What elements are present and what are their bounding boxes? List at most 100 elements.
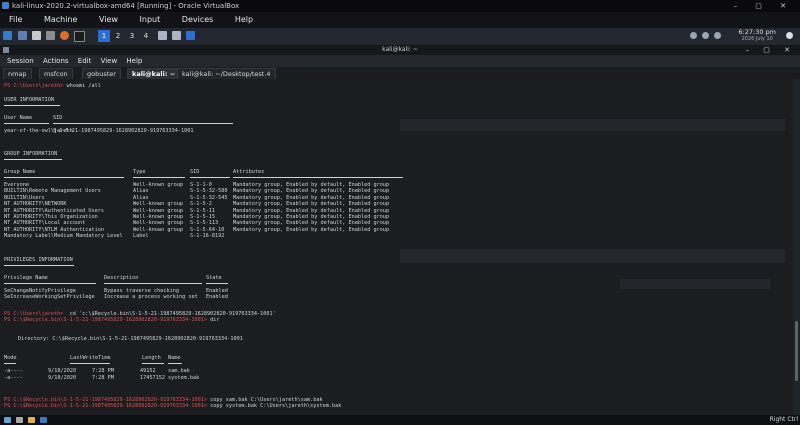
table-cell: Well-known group — [133, 201, 183, 208]
scrollbar-thumb[interactable] — [795, 321, 798, 381]
header-underline — [4, 363, 16, 364]
header-underline — [168, 363, 182, 364]
prompt-line: PS C:\Users\jareth> whoami /all — [4, 83, 101, 89]
header-underline — [206, 283, 228, 284]
header-underline — [4, 177, 124, 178]
section-header: PRIVILEGES INFORMATION — [4, 257, 73, 263]
file-explorer-icon[interactable] — [28, 417, 35, 423]
menu-view[interactable]: View — [99, 12, 118, 28]
workspace-2[interactable]: 2 — [112, 30, 124, 42]
volume-icon[interactable] — [702, 32, 709, 39]
search-icon[interactable] — [16, 417, 23, 423]
header-underline — [104, 283, 202, 284]
command-text: dir — [210, 317, 220, 323]
terminal-app-icon — [3, 47, 9, 53]
table-cell: Well-known group — [133, 214, 183, 220]
window-icon[interactable] — [172, 31, 181, 40]
menu-actions[interactable]: Actions — [43, 55, 69, 67]
battery-icon[interactable] — [714, 32, 721, 39]
header-underline — [4, 283, 96, 284]
table-cell: Mandatory Label\Medium Mandatory Level — [4, 233, 123, 240]
terminal-launcher-icon[interactable] — [46, 31, 55, 40]
col-header: SID — [190, 169, 200, 175]
table-header: User Name — [4, 115, 32, 121]
table-cell: S-1-5-64-10 — [190, 226, 225, 233]
network-icon[interactable] — [690, 32, 697, 39]
table-cell: NT AUTHORITY\Authenticated Users — [4, 207, 104, 214]
menu-session[interactable]: Session — [7, 55, 34, 67]
col-header: Description — [104, 275, 139, 281]
col-header: State — [206, 275, 222, 281]
table-cell: NT AUTHORITY\NTLM Authentication — [4, 226, 104, 233]
menu-file[interactable]: File — [9, 12, 22, 28]
col-header: Attributes — [233, 169, 265, 175]
prompt-line: PS C:\$Recycle.bin\S-1-5-21-1987495829-1… — [4, 403, 341, 409]
terminal-window-controls[interactable]: – ▢ ✕ — [746, 45, 796, 55]
table-cell: 7:28 PM — [92, 368, 114, 374]
table-cell: BUILTIN\Users — [4, 194, 45, 201]
table-cell: Mandatory group, Enabled by default, Ena… — [233, 201, 390, 208]
menu-machine[interactable]: Machine — [44, 12, 78, 28]
menu-help[interactable]: Help — [126, 55, 142, 67]
section-header: GROUP INFORMATION — [4, 151, 58, 157]
col-header: Group Name — [4, 169, 36, 175]
table-cell: -a---- — [4, 368, 23, 374]
menu-view[interactable]: View — [101, 55, 118, 67]
table-cell: system.bak — [168, 374, 200, 381]
table-cell: Mandatory group, Enabled by default, Ena… — [233, 207, 390, 214]
table-cell: Well-known group — [133, 207, 183, 214]
window-controls[interactable]: – ▢ ✕ — [734, 0, 794, 12]
table-cell: NT AUTHORITY\NETWORK — [4, 201, 67, 208]
terminal-menubar: Session Actions Edit View Help — [0, 55, 800, 67]
table-cell: Increase a process working set — [104, 294, 198, 300]
header-underline — [190, 177, 230, 178]
prompt-line: PS C:\$Recycle.bin\S-1-5-21-1987495829-1… — [4, 317, 220, 323]
workspace-1[interactable]: 1 — [98, 30, 110, 42]
header-underline — [4, 159, 62, 160]
table-cell: S-1-5-15 — [190, 214, 215, 220]
show-desktop-icon[interactable] — [18, 31, 27, 40]
window-icon[interactable] — [158, 31, 167, 40]
terminal-output[interactable]: PS C:\Users\jareth> whoami /all USER INF… — [0, 79, 793, 415]
table-cell: S-1-16-8192 — [190, 233, 225, 240]
workspace-3[interactable]: 3 — [126, 30, 138, 42]
prompt-path: PS C:\$Recycle.bin\S-1-5-21-1987495829-1… — [4, 317, 208, 323]
menu-input[interactable]: Input — [140, 12, 161, 28]
prompt-path: PS C:\$Recycle.bin\S-1-5-21-1987495829-1… — [4, 403, 208, 409]
col-header: Length — [142, 355, 161, 361]
firefox-icon[interactable] — [60, 31, 69, 40]
command-text: copy system.bak C:\Users\jareth\system.b… — [210, 403, 342, 409]
workspace-4[interactable]: 4 — [140, 30, 152, 42]
menu-devices[interactable]: Devices — [182, 12, 214, 28]
table-cell: SeIncreaseWorkingSetPrivilege — [4, 294, 95, 300]
table-cell: Enabled — [206, 294, 228, 300]
clock-date: 2026 July 10 — [741, 36, 773, 42]
windows-start-icon[interactable] — [4, 417, 11, 423]
terminal-icon[interactable] — [74, 31, 85, 42]
table-cell: S-1-1-0 — [190, 182, 212, 188]
kali-menu-icon[interactable] — [3, 31, 12, 40]
table-cell: Label — [133, 233, 149, 240]
header-underline — [4, 105, 60, 106]
terminal-scrollbar[interactable] — [793, 79, 800, 415]
table-cell: Well-known group — [133, 226, 183, 233]
file-manager-icon[interactable] — [32, 31, 41, 40]
vbox-title-bar: kali-linux-2020.2-virtualbox-amd64 [Runn… — [0, 0, 800, 12]
virtualbox-taskbar-icon[interactable] — [40, 417, 47, 423]
power-icon[interactable] — [786, 32, 793, 39]
clock-time: 6:27:30 pm — [738, 28, 776, 36]
tab-label: nmap — [8, 70, 27, 78]
terminal-title-bar: kali@kali: ~ – ▢ ✕ — [0, 45, 800, 55]
menu-help[interactable]: Help — [235, 12, 253, 28]
table-cell: Mandatory group, Enabled by default, Ena… — [233, 182, 390, 188]
section-header: USER INFORMATION — [4, 97, 54, 103]
menu-edit[interactable]: Edit — [78, 55, 92, 67]
clock[interactable]: 6:27:30 pm 2026 July 10 — [738, 29, 776, 43]
header-underline — [53, 123, 233, 124]
header-underline — [142, 363, 164, 364]
col-header: Mode — [4, 355, 17, 361]
window-icon[interactable] — [186, 31, 195, 40]
table-cell: S-1-5-11 — [190, 207, 215, 214]
col-header: User Name — [4, 115, 33, 121]
header-underline — [4, 265, 74, 266]
